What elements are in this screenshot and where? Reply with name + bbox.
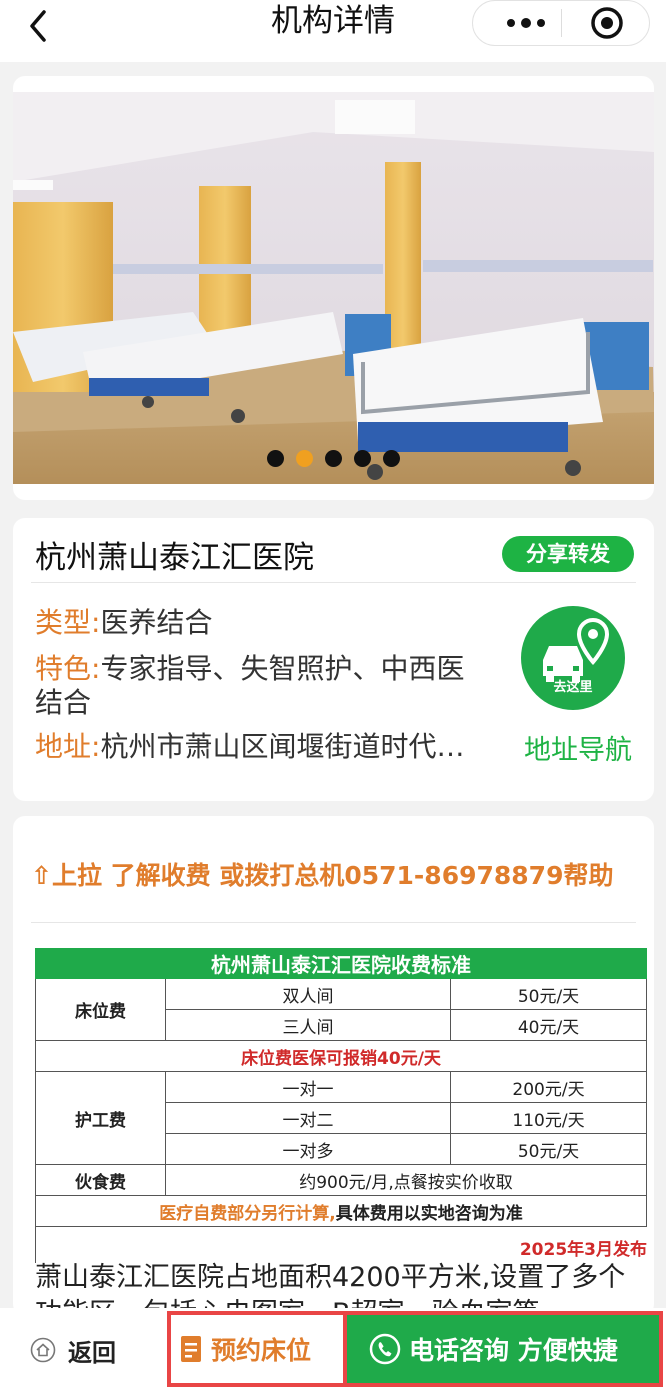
back-home-button[interactable]: 返回 [30, 1330, 116, 1370]
table-row: 床位费医保可报销40元/天 [35, 1040, 647, 1072]
type-label: 类型: [35, 606, 101, 639]
care-price-cell: 50元/天 [450, 1133, 647, 1165]
close-target-icon[interactable] [589, 5, 625, 41]
carousel-dot[interactable] [354, 450, 371, 467]
go-here-label: 去这里 [553, 680, 593, 695]
carousel-dot[interactable] [267, 450, 284, 467]
bed-price-cell: 50元/天 [450, 978, 647, 1010]
reserve-bed-label: 预约床位 [211, 1336, 312, 1365]
institution-name: 杭州萧山泰江汇医院 [35, 540, 314, 576]
care-type-cell: 一对二 [165, 1102, 451, 1134]
bed-type-cell: 双人间 [165, 978, 451, 1010]
phone-consult-label: 电话咨询 方便快捷 [409, 1336, 618, 1365]
carousel-dots [13, 450, 654, 467]
carousel-dot[interactable] [296, 450, 313, 467]
feature-label: 特色: [35, 652, 101, 685]
bed-reimburse-note: 床位费医保可报销40元/天 [35, 1040, 647, 1072]
more-dots-icon[interactable] [501, 12, 551, 34]
table-row: 医疗自费部分另行计算,具体费用以实地咨询为准 [35, 1195, 647, 1227]
care-type-cell: 一对一 [165, 1071, 451, 1103]
type-value: 医养结合 [100, 606, 213, 639]
back-label: 返回 [68, 1338, 116, 1367]
fee-table-title: 杭州萧山泰江汇医院收费标准 [35, 948, 647, 979]
care-fee-label: 护工费 [35, 1071, 166, 1165]
fee-note-orange: 医疗自费部分另行计算, [159, 1203, 336, 1224]
nav-header: 机构详情 [0, 0, 666, 62]
fee-table: 杭州萧山泰江汇医院收费标准 床位费 双人间 50元/天 三人间 40元/天 床位… [35, 948, 647, 1263]
feature-value: 专家指导、失智照护、中西医 [100, 652, 465, 685]
care-price-cell: 200元/天 [450, 1071, 647, 1103]
phone-icon [369, 1333, 401, 1365]
bed-fee-label: 床位费 [35, 978, 166, 1041]
home-icon [30, 1337, 56, 1363]
ward-photo [13, 92, 654, 484]
feature-value-cont: 结合 [35, 686, 92, 719]
meal-fee-value: 约900元/月,点餐按实价收取 [165, 1164, 647, 1196]
bed-price-cell: 40元/天 [450, 1009, 647, 1041]
fee-notice[interactable]: ⇧上拉 了解收费 或拨打总机0571-86978879帮助 [31, 856, 613, 892]
notice-divider [31, 922, 636, 923]
name-divider [31, 582, 636, 583]
type-row: 类型:医养结合 [35, 606, 212, 640]
table-row: 护工费 一对一 200元/天 [35, 1071, 647, 1165]
document-icon [181, 1336, 201, 1362]
bed-type-cell: 三人间 [165, 1009, 451, 1041]
share-button[interactable]: 分享转发 [502, 536, 634, 572]
capsule-divider [561, 9, 562, 37]
reserve-bed-button[interactable]: 预约床位 [167, 1311, 347, 1387]
publish-date: 2025年3月发布 [519, 1240, 647, 1260]
table-row: 床位费 双人间 50元/天 [35, 978, 647, 1041]
photo-carousel[interactable] [13, 76, 654, 500]
bottom-action-bar: 返回 预约床位 电话咨询 方便快捷 [0, 1308, 666, 1388]
table-edge [35, 1227, 36, 1263]
table-row: 伙食费 约900元/月,点餐按实价收取 [35, 1164, 647, 1196]
feature-row: 特色:专家指导、失智照护、中西医 结合 [35, 652, 515, 720]
fee-card: ⇧上拉 了解收费 或拨打总机0571-86978879帮助 杭州萧山泰江汇医院收… [13, 816, 654, 1329]
publish-row: 2025年3月发布 [35, 1227, 647, 1263]
meal-fee-label: 伙食费 [35, 1164, 166, 1196]
fee-note-black: 具体费用以实地咨询为准 [335, 1203, 523, 1224]
fee-note: 医疗自费部分另行计算,具体费用以实地咨询为准 [35, 1195, 647, 1227]
care-price-cell: 110元/天 [450, 1102, 647, 1134]
address-value: 杭州市萧山区闻堰街道时代… [100, 730, 465, 763]
carousel-dot[interactable] [383, 450, 400, 467]
institution-info-card: 杭州萧山泰江汇医院 分享转发 类型:医养结合 特色:专家指导、失智照护、中西医 … [13, 518, 654, 801]
mini-program-capsule [472, 0, 650, 46]
care-type-cell: 一对多 [165, 1133, 451, 1165]
go-here-button[interactable]: 去这里 [521, 606, 625, 710]
address-label: 地址: [35, 730, 101, 763]
address-row: 地址:杭州市萧山区闻堰街道时代… [35, 730, 464, 764]
address-navigation-link[interactable]: 地址导航 [524, 728, 632, 767]
phone-consult-button[interactable]: 电话咨询 方便快捷 [347, 1311, 663, 1387]
carousel-dot[interactable] [325, 450, 342, 467]
